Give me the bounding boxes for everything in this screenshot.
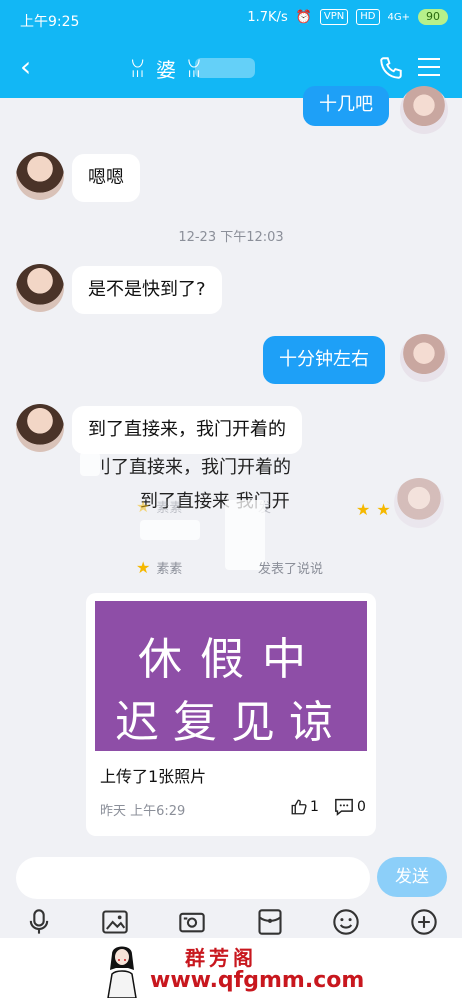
message-bubble-out[interactable]: 十几吧	[303, 86, 389, 126]
star-icon: ★	[136, 497, 151, 516]
vpn-badge: VPN	[319, 9, 349, 25]
ghost-notice: ★ 素素	[136, 497, 183, 516]
message-bubble-in[interactable]: 到了直接来，我门开着的	[72, 406, 302, 454]
render-noise	[140, 520, 200, 540]
status-bar: 上午9:25 1.7K/s ⏰ VPN HD 4G+ 90	[0, 0, 462, 40]
star-icon: ★	[356, 500, 371, 519]
feed-card-image[interactable]: 休假中 迟复见谅	[95, 601, 367, 751]
status-indicators: 1.7K/s ⏰ VPN HD 4G+ 90	[247, 9, 448, 25]
chat-header: ‹ ꈍ 婆 ꈍ	[0, 40, 462, 98]
camera-icon[interactable]	[178, 908, 206, 936]
emoji-icon[interactable]	[332, 908, 360, 936]
message-bubble-in[interactable]: 嗯嗯	[72, 154, 140, 202]
contact-avatar[interactable]	[16, 264, 64, 312]
woman-figure-icon	[107, 946, 137, 998]
feed-notice[interactable]: ★ 素素	[136, 558, 182, 577]
back-arrow-icon[interactable]: ‹	[20, 52, 31, 82]
message-bubble-out[interactable]: 十分钟左右	[263, 336, 385, 384]
microphone-icon[interactable]	[25, 908, 53, 936]
image-icon[interactable]	[101, 908, 129, 936]
ghost-star-pair: ★ ★	[356, 500, 391, 519]
message-input[interactable]	[16, 857, 370, 899]
ghost-text-line: 刂了直接来，我门开着的	[93, 457, 291, 478]
feed-card[interactable]: 休假中 迟复见谅 上传了1张照片 昨天 上午6:29 1 0	[86, 593, 376, 836]
input-toolbar	[0, 908, 462, 938]
message-timestamp: 12-23 下午12:03	[178, 230, 284, 245]
my-avatar[interactable]	[400, 334, 448, 382]
ghost-avatar	[394, 478, 444, 528]
star-icon: ★	[376, 500, 391, 519]
red-packet-icon[interactable]	[256, 908, 284, 936]
network-speed: 1.7K/s	[247, 9, 288, 25]
contact-avatar[interactable]	[16, 404, 64, 452]
status-time: 上午9:25	[20, 14, 80, 30]
feed-card-text: 上传了1张照片	[100, 767, 207, 786]
comment-count: 0	[357, 799, 366, 815]
card-image-line: 休假中	[138, 634, 324, 685]
contact-avatar[interactable]	[16, 152, 64, 200]
watermark-url: www.qfgmm.com	[150, 968, 365, 993]
render-noise	[80, 452, 100, 476]
like-button[interactable]: 1	[290, 798, 319, 816]
hamburger-menu-icon[interactable]	[418, 58, 440, 76]
comment-icon	[335, 798, 353, 816]
feed-card-time: 昨天 上午6:29	[100, 804, 186, 819]
star-icon: ★	[136, 558, 151, 577]
feed-notice-name: 素素	[156, 562, 183, 577]
my-avatar[interactable]	[400, 86, 448, 134]
watermark-title: 群芳阁	[185, 946, 257, 970]
comment-button[interactable]: 0	[334, 798, 366, 816]
thumb-up-icon	[291, 799, 307, 815]
input-bar: 发送	[0, 848, 462, 908]
title-obscured	[195, 58, 255, 78]
hd-badge: HD	[356, 9, 380, 25]
chat-title[interactable]: ꈍ 婆 ꈍ	[130, 54, 204, 83]
feed-notice-action: 发表了说说	[258, 562, 324, 577]
site-watermark: 群芳阁 www.qfgmm.com	[0, 938, 462, 1000]
battery-indicator: 90	[418, 9, 448, 25]
message-bubble-in[interactable]: 是不是快到了?	[72, 266, 222, 314]
like-count: 1	[310, 799, 319, 815]
card-image-line: 迟复见谅	[115, 697, 347, 748]
send-button[interactable]: 发送	[377, 857, 447, 897]
phone-icon[interactable]	[378, 54, 404, 82]
alarm-icon: ⏰	[295, 9, 312, 25]
network-type: 4G+	[387, 11, 411, 23]
plus-icon[interactable]	[410, 908, 438, 936]
